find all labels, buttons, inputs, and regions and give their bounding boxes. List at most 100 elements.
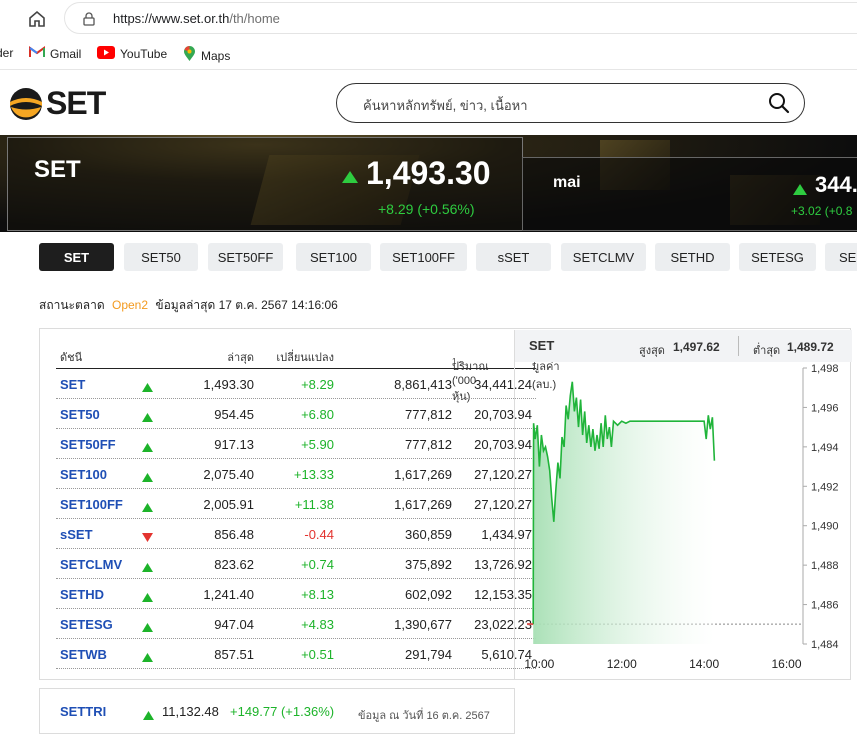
table-row[interactable]: SETCLMV 823.62 +0.74 375,892 13,726.92 [56, 549, 536, 579]
bookmark-youtube[interactable]: YouTube [97, 46, 167, 62]
change-value: -0.44 [304, 527, 334, 542]
search-input[interactable]: ค้นหาหลักทรัพย์, ข่าว, เนื้อหา [336, 83, 805, 123]
tab-setwb[interactable]: SE [825, 243, 857, 271]
tab-set50[interactable]: SET50 [124, 243, 198, 271]
table-row[interactable]: sSET 856.48 -0.44 360,859 1,434.97 [56, 519, 536, 549]
tab-setesg[interactable]: SETESG [739, 243, 816, 271]
address-bar[interactable]: https://www.set.or.th/th/home [64, 2, 857, 34]
settri-change: +149.77 (+1.36%) [230, 704, 335, 719]
index-link[interactable]: SETWB [60, 647, 107, 662]
header-change: เปลี่ยนแปลง [276, 352, 334, 364]
bookmark-gmail[interactable]: Gmail [29, 46, 81, 61]
volume-value: 360,859 [405, 527, 452, 542]
table-row[interactable]: SET50FF 917.13 +5.90 777,812 20,703.94 [56, 429, 536, 459]
index-link[interactable]: SETESG [60, 617, 113, 632]
low-label: ต่ำสุด [753, 345, 781, 357]
bookmarks-bar: der Gmail YouTube Maps [0, 38, 857, 70]
x-tick-label: 12:00 [607, 657, 637, 671]
tab-setclmv[interactable]: SETCLMV [561, 243, 646, 271]
table-row[interactable]: SET100 2,075.40 +13.33 1,617,269 27,120.27 [56, 459, 536, 489]
search-icon[interactable] [768, 92, 790, 118]
change-value: +6.80 [301, 407, 334, 422]
youtube-icon [97, 46, 115, 62]
index-link[interactable]: SET [60, 377, 85, 392]
y-tick-label: 1,494 [811, 442, 839, 454]
set-index-card[interactable]: SET 1,493.30 +8.29 (+0.56%) [7, 137, 523, 231]
market-status-badge: Open2 [112, 298, 149, 312]
table-row[interactable]: SET100FF 2,005.91 +11.38 1,617,269 27,120.27 [56, 489, 536, 519]
volume-value: 375,892 [405, 557, 452, 572]
volume-value: 1,617,269 [394, 497, 452, 512]
tab-sset[interactable]: sSET [476, 243, 551, 271]
change-value: +11.38 [294, 497, 334, 512]
table-row[interactable]: SETWB 857.51 +0.51 291,794 5,610.74 [56, 639, 536, 669]
volume-value: 777,812 [405, 407, 452, 422]
index-name: mai [553, 174, 581, 191]
up-arrow-icon [142, 440, 153, 455]
header-last: ล่าสุด [227, 352, 254, 364]
index-link[interactable]: SET100 [60, 467, 107, 482]
tab-sethd[interactable]: SETHD [655, 243, 730, 271]
index-link[interactable]: SET100FF [60, 497, 123, 512]
bookmark-folder[interactable]: der [0, 46, 13, 60]
header-sup: 1 [452, 357, 457, 366]
bookmark-maps[interactable]: Maps [183, 46, 230, 65]
change-value: +0.74 [301, 557, 334, 572]
change-value: +0.51 [301, 647, 334, 662]
volume-value: 777,812 [405, 437, 452, 452]
index-change: +8.29 (+0.56%) [378, 201, 475, 217]
index-change: +3.02 (+0.8 [791, 204, 853, 218]
y-tick-label: 1,492 [811, 481, 839, 493]
index-link[interactable]: sSET [60, 527, 93, 542]
index-link[interactable]: SET50 [60, 407, 100, 422]
url-host: https://www.set.or.th [113, 11, 230, 26]
set-logo-icon [10, 87, 42, 120]
up-arrow-icon [142, 560, 153, 575]
settri-row[interactable]: SETTRI 11,132.48 +149.77 (+1.36%) ข้อมูล… [39, 688, 515, 734]
low-value: 1,489.72 [787, 340, 834, 354]
high-label: สูงสุด [639, 345, 665, 357]
last-value: 1,241.40 [203, 587, 254, 602]
index-name: SET [34, 156, 81, 183]
last-value: 2,005.91 [203, 497, 254, 512]
set-logo[interactable]: SET [8, 85, 106, 122]
volume-value: 602,092 [405, 587, 452, 602]
index-value: 1,493.30 [366, 155, 491, 191]
up-arrow-icon [142, 380, 153, 395]
tab-set[interactable]: SET [39, 243, 114, 271]
tab-set100[interactable]: SET100 [296, 243, 371, 271]
up-arrow-icon [142, 500, 153, 515]
hero-banner: SET 1,493.30 +8.29 (+0.56%) mai 344.7 +3… [0, 135, 857, 232]
up-arrow-icon [142, 470, 153, 485]
table-row[interactable]: SETESG 947.04 +4.83 1,390,677 23,022.23 [56, 609, 536, 639]
table-row[interactable]: SET50 954.45 +6.80 777,812 20,703.94 [56, 399, 536, 429]
last-updated: ข้อมูลล่าสุด 17 ต.ค. 2567 14:16:06 [155, 298, 338, 312]
table-row[interactable]: SETHD 1,241.40 +8.13 602,092 12,153.35 [56, 579, 536, 609]
up-arrow-icon [143, 707, 154, 725]
high-value: 1,497.62 [673, 340, 720, 354]
chart-panel: SET สูงสุด 1,497.62 ต่ำสุด 1,489.72 1,48… [514, 330, 852, 679]
intraday-chart[interactable]: 1,484 1,486 1,488 1,490 1,492 1,494 1,496 1,498… [515, 362, 852, 678]
url-text[interactable]: https://www.set.or.th/th/home [113, 11, 280, 26]
table-row[interactable]: SET 1,493.30 +8.29 8,861,413 34,441.24 [56, 369, 536, 399]
table-header: ดัชนี ล่าสุด เปลี่ยนแปลง ปริมาณ ('000 หุ… [56, 339, 560, 403]
change-value: +8.13 [301, 587, 334, 602]
divider [738, 336, 739, 356]
lock-icon[interactable] [83, 11, 95, 30]
change-value: +4.83 [301, 617, 334, 632]
x-tick-label: 14:00 [689, 657, 719, 671]
tab-set100ff[interactable]: SET100FF [380, 243, 467, 271]
tab-set50ff[interactable]: SET50FF [208, 243, 283, 271]
last-value: 823.62 [214, 557, 254, 572]
up-arrow-icon [142, 650, 153, 665]
last-value: 954.45 [214, 407, 254, 422]
index-link[interactable]: SET50FF [60, 437, 116, 452]
index-link[interactable]: SETHD [60, 587, 104, 602]
settri-name[interactable]: SETTRI [60, 704, 106, 719]
index-panel: ดัชนี ล่าสุด เปลี่ยนแปลง ปริมาณ ('000 หุ… [39, 328, 852, 680]
home-icon[interactable] [24, 6, 50, 32]
y-tick-label: 1,496 [811, 402, 839, 414]
mai-index-card[interactable]: mai 344.7 +3.02 (+0.8 [522, 157, 857, 231]
last-value: 917.13 [214, 437, 254, 452]
index-link[interactable]: SETCLMV [60, 557, 122, 572]
